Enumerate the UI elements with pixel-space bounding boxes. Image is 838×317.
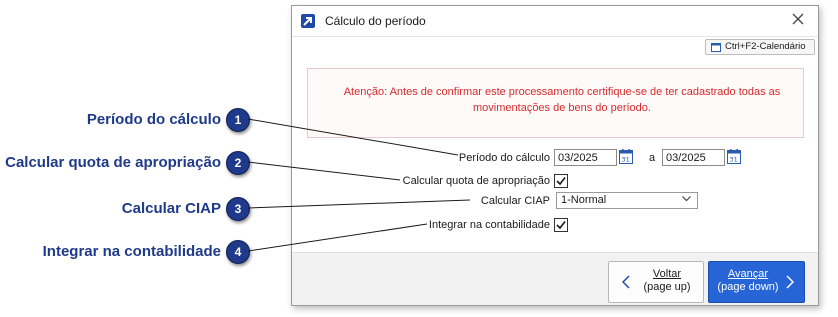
next-button-label: Avançar [727,268,769,280]
warning-box: Atenção: Antes de confirmar este process… [307,68,804,138]
next-button[interactable]: Avançar (page down) [708,261,805,303]
periodo-to-input[interactable] [662,149,725,166]
back-button-text: Voltar (page up) [637,268,697,294]
calculo-periodo-dialog: Cálculo do período Ctrl+F2-Calendário At… [291,5,819,306]
periodo-separator: a [649,152,656,164]
periodo-from-input[interactable] [554,149,617,166]
back-button-shortcut: (page up) [643,281,691,293]
callout-badge-2: 2 [226,151,250,175]
chevron-down-icon [682,196,691,202]
calendar-shortcut-label: Ctrl+F2-Calendário [725,41,806,52]
callout-badge-1: 1 [226,108,250,132]
periodo-label: Período do cálculo [458,152,550,164]
back-button[interactable]: Voltar (page up) [608,261,704,303]
callout-badge-4: 4 [226,240,250,264]
back-button-label: Voltar [652,268,682,280]
callout-label-integrar: Integrar na contabilidade [42,243,221,260]
integrar-label: Integrar na contabilidade [428,219,550,231]
quota-checkbox[interactable] [554,174,568,188]
chevron-right-icon [786,275,794,289]
ciap-select-value: 1-Normal [561,194,607,206]
dialog-title: Cálculo do período [325,14,426,28]
calendar-icon [711,43,721,52]
check-icon [556,221,566,230]
close-icon[interactable] [790,12,806,28]
svg-text:31: 31 [622,156,630,164]
chevron-left-icon [622,275,630,289]
next-button-text: Avançar (page down) [713,268,783,294]
callout-label-periodo: Período do cálculo [86,111,221,128]
check-icon [556,177,566,186]
dialog-footer: Voltar (page up) Avançar (page down) [292,252,818,305]
calendar-to-icon[interactable]: 31 [727,149,741,164]
callout-label-quota: Calcular quota de apropriação [5,154,221,171]
svg-text:31: 31 [730,156,738,164]
next-button-shortcut: (page down) [717,281,779,293]
callout-label-ciap: Calcular CIAP [121,200,221,217]
app-icon [301,14,315,28]
warning-text: Atenção: Antes de confirmar este process… [343,86,781,114]
ciap-select[interactable]: 1-Normal [556,192,698,209]
dialog-titlebar: Cálculo do período [292,6,818,37]
integrar-checkbox[interactable] [554,218,568,232]
calendar-from-icon[interactable]: 31 [619,149,633,164]
calendar-shortcut-button[interactable]: Ctrl+F2-Calendário [705,39,815,55]
ciap-label: Calcular CIAP [480,195,550,207]
callout-badge-3: 3 [226,197,250,221]
quota-label: Calcular quota de apropriação [402,175,550,187]
